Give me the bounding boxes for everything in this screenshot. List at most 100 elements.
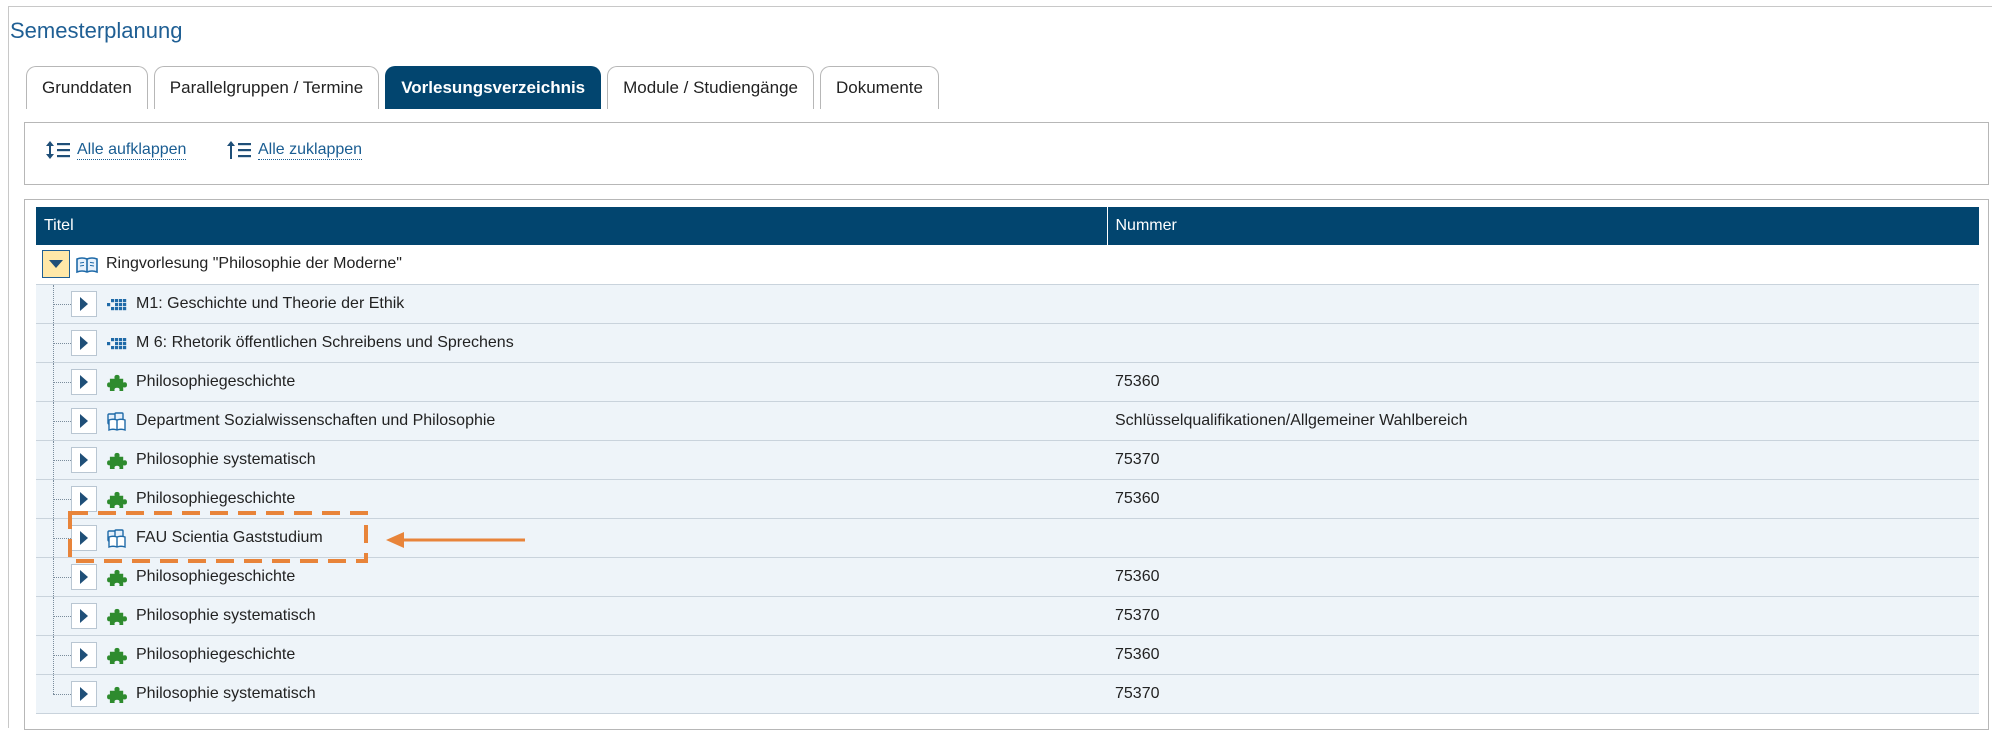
puzzle-icon: [106, 645, 128, 667]
caret-right-icon: [80, 608, 88, 623]
puzzle-icon: [106, 372, 128, 394]
tree-row-title[interactable]: Philosophiegeschichte: [136, 646, 295, 664]
tab-grunddaten[interactable]: Grunddaten: [26, 66, 148, 109]
tree-connector-horizontal: [53, 654, 71, 656]
tree-row-title[interactable]: FAU Scientia Gaststudium: [136, 529, 323, 547]
tree-row[interactable]: Philosophie systematisch 75370: [36, 674, 1979, 714]
tree-header-row: Titel Nummer: [36, 207, 1979, 245]
tree-row[interactable]: FAU Scientia Gaststudium: [36, 518, 1979, 558]
caret-right-icon: [80, 413, 88, 428]
tree-root-title[interactable]: Ringvorlesung "Philosophie der Moderne": [106, 255, 402, 273]
tree-row-number: [1107, 284, 1979, 324]
tree-row-title[interactable]: Philosophiegeschichte: [136, 568, 295, 586]
tree-row-title[interactable]: Philosophiegeschichte: [136, 373, 295, 391]
expand-row-button[interactable]: [71, 368, 97, 395]
tree-connector-horizontal: [53, 342, 71, 344]
tab-vorlesungsverzeichnis[interactable]: Vorlesungsverzeichnis: [385, 66, 602, 109]
tree-table: Titel Nummer Ringvorlesung "Philosophie …: [36, 207, 1979, 714]
caret-right-icon: [80, 647, 88, 662]
tree-row[interactable]: Philosophiegeschichte 75360: [36, 635, 1979, 675]
expand-all-icon: [45, 140, 71, 160]
tree-row[interactable]: Philosophiegeschichte 75360: [36, 362, 1979, 402]
tree-row[interactable]: M1: Geschichte und Theorie der Ethik: [36, 284, 1979, 324]
tab-parallelgruppen[interactable]: Parallelgruppen / Termine: [153, 66, 380, 109]
tree-row-number: Schlüsselqualifikationen/Allgemeiner Wah…: [1107, 401, 1979, 441]
collapse-root-button[interactable]: [42, 250, 70, 279]
tree-row-number: 75360: [1107, 479, 1979, 519]
tree-row-number: 75370: [1107, 440, 1979, 480]
caret-right-icon: [80, 452, 88, 467]
caret-right-icon: [80, 374, 88, 389]
tree-row-number: 75370: [1107, 596, 1979, 636]
tree-row[interactable]: Philosophie systematisch 75370: [36, 596, 1979, 636]
tree-root-number: [1107, 245, 1979, 285]
tree-row[interactable]: M 6: Rhetorik öffentlichen Schreibens un…: [36, 323, 1979, 363]
tree-row-number: 75360: [1107, 635, 1979, 675]
module-dots-icon: [106, 333, 128, 355]
puzzle-icon: [106, 450, 128, 472]
tree-connector-horizontal: [53, 693, 71, 695]
module-dots-icon: [106, 294, 128, 316]
tree-row[interactable]: Philosophiegeschichte 75360: [36, 479, 1979, 519]
tree-row-number: 75360: [1107, 557, 1979, 597]
column-header-title[interactable]: Titel: [36, 207, 1107, 245]
tree-connector-horizontal: [53, 459, 71, 461]
expand-all-label: Alle aufklappen: [77, 140, 187, 160]
expand-row-button[interactable]: [71, 563, 97, 590]
expand-row-button[interactable]: [71, 641, 97, 668]
expand-row-button[interactable]: [71, 680, 97, 707]
tree-row[interactable]: Philosophie systematisch 75370: [36, 440, 1979, 480]
tree-row-title[interactable]: Department Sozialwissenschaften und Phil…: [136, 412, 495, 430]
tree-connector-horizontal: [53, 576, 71, 578]
book-icon: [76, 254, 98, 276]
collapse-all-icon: [226, 140, 252, 160]
expand-row-button[interactable]: [71, 329, 97, 356]
tree-root-row[interactable]: Ringvorlesung "Philosophie der Moderne": [36, 245, 1979, 285]
expand-row-button[interactable]: [71, 290, 97, 317]
folder-book-icon: [106, 528, 128, 550]
tree-row[interactable]: Department Sozialwissenschaften und Phil…: [36, 401, 1979, 441]
tree-row-number: 75370: [1107, 674, 1979, 714]
collapse-all-button[interactable]: Alle zuklappen: [226, 140, 363, 160]
expand-row-button[interactable]: [71, 524, 97, 551]
tab-bar: Grunddaten Parallelgruppen / Termine Vor…: [26, 66, 939, 109]
tree-connector-horizontal: [53, 420, 71, 422]
puzzle-icon: [106, 489, 128, 511]
puzzle-icon: [106, 606, 128, 628]
tree-row-title[interactable]: Philosophiegeschichte: [136, 490, 295, 508]
tree-connector-horizontal: [53, 498, 71, 500]
expand-all-button[interactable]: Alle aufklappen: [45, 140, 187, 160]
tree-connector-horizontal: [53, 615, 71, 617]
column-header-number[interactable]: Nummer: [1106, 207, 1979, 245]
expand-row-button[interactable]: [71, 407, 97, 434]
tree-toolbar: Alle aufklappen Alle zuklappen: [24, 122, 1989, 185]
tree-row-number: 75360: [1107, 362, 1979, 402]
puzzle-icon: [106, 567, 128, 589]
tab-module-studiengaenge[interactable]: Module / Studiengänge: [607, 66, 814, 109]
caret-down-icon: [49, 260, 63, 269]
tree-connector-vertical: [53, 674, 54, 694]
page-title: Semesterplanung: [10, 18, 183, 43]
tree-row-title[interactable]: M 6: Rhetorik öffentlichen Schreibens un…: [136, 334, 514, 352]
tab-dokumente[interactable]: Dokumente: [820, 66, 939, 109]
tree-connector-horizontal: [53, 537, 71, 539]
expand-row-button[interactable]: [71, 602, 97, 629]
tree-row-title[interactable]: Philosophie systematisch: [136, 451, 316, 469]
caret-right-icon: [80, 296, 88, 311]
folder-book-icon: [106, 411, 128, 433]
expand-row-button[interactable]: [71, 485, 97, 512]
tree-row[interactable]: Philosophiegeschichte 75360: [36, 557, 1979, 597]
tree-connector-horizontal: [53, 381, 71, 383]
collapse-all-label: Alle zuklappen: [258, 140, 363, 160]
caret-right-icon: [80, 686, 88, 701]
tree-panel: Titel Nummer Ringvorlesung "Philosophie …: [24, 199, 1989, 730]
tree-connector-horizontal: [53, 303, 71, 305]
tree-row-title[interactable]: Philosophie systematisch: [136, 607, 316, 625]
caret-right-icon: [80, 569, 88, 584]
tree-row-title[interactable]: Philosophie systematisch: [136, 685, 316, 703]
caret-right-icon: [80, 491, 88, 506]
tree-row-title[interactable]: M1: Geschichte und Theorie der Ethik: [136, 295, 404, 313]
tree-row-number: [1107, 323, 1979, 363]
caret-right-icon: [80, 530, 88, 545]
expand-row-button[interactable]: [71, 446, 97, 473]
